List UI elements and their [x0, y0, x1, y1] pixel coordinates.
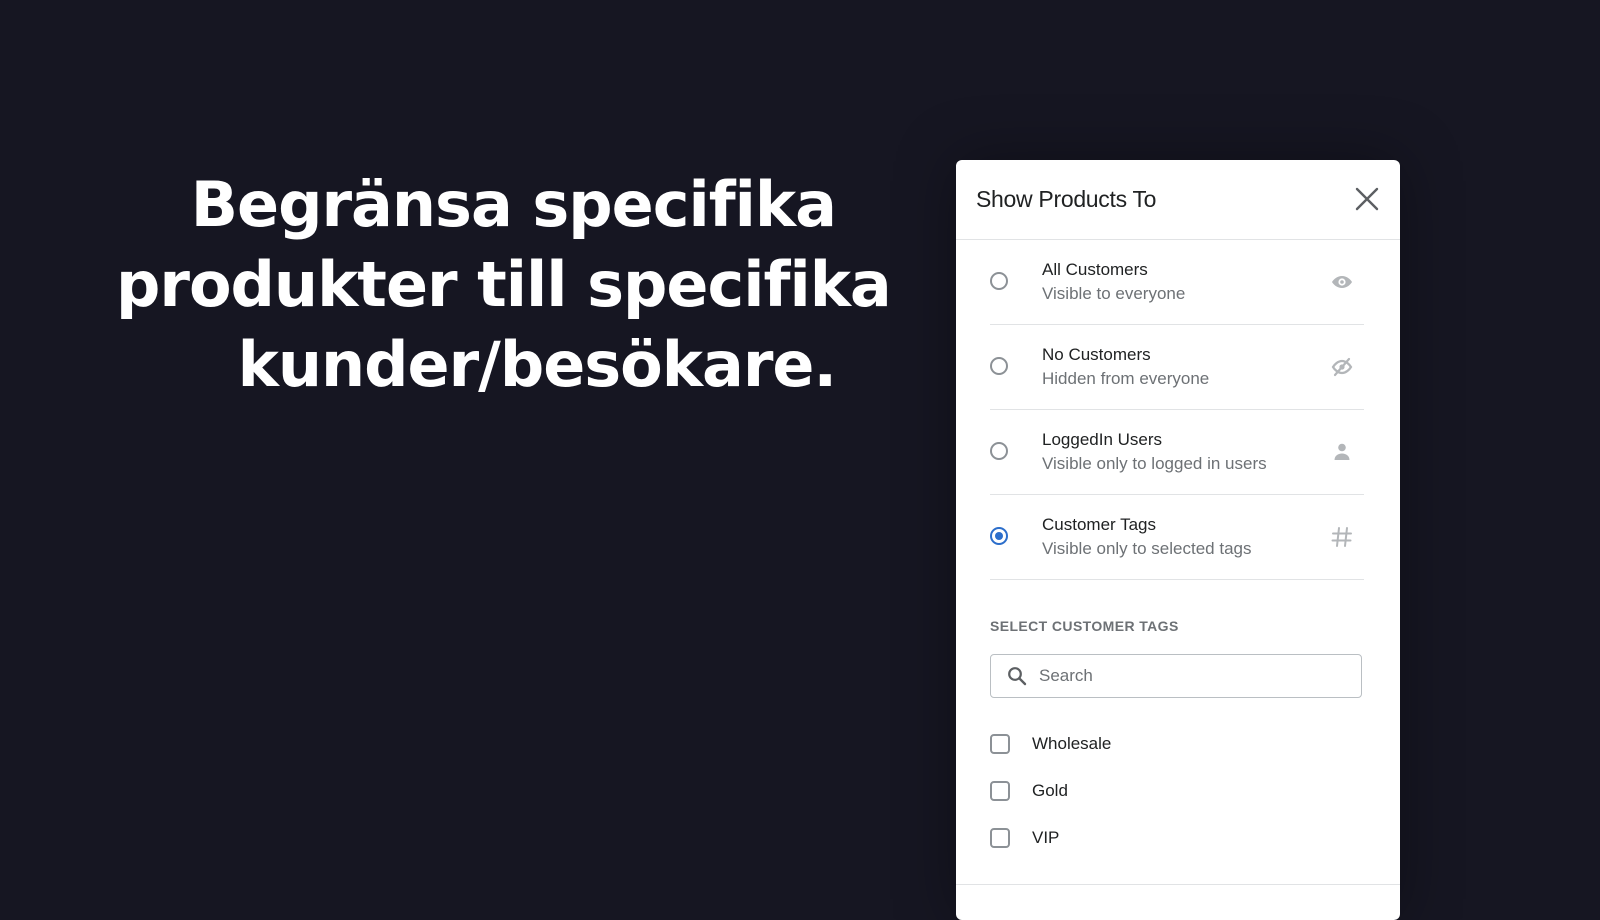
option-sublabel: Visible only to logged in users — [1042, 454, 1267, 473]
tag-label: Gold — [1032, 780, 1068, 800]
tag-search-input[interactable] — [1037, 655, 1341, 697]
option-no-customers[interactable]: No Customers Hidden from everyone — [990, 325, 1364, 410]
tag-list: Wholesale Gold VIP — [956, 720, 1400, 861]
option-sublabel: Visible only to selected tags — [1042, 539, 1252, 558]
eye-off-icon — [1331, 357, 1353, 377]
modal-header: Show Products To — [956, 160, 1400, 240]
headline-line: kunder/besökare. — [237, 328, 837, 401]
option-loggedin-users[interactable]: LoggedIn Users Visible only to logged in… — [990, 410, 1364, 495]
checkbox[interactable] — [990, 780, 1010, 801]
modal-title: Show Products To — [976, 186, 1157, 212]
option-label: LoggedIn Users — [1042, 430, 1163, 449]
checkbox[interactable] — [990, 733, 1010, 754]
eye-icon — [1332, 276, 1352, 288]
tag-item-gold[interactable]: Gold — [990, 767, 1400, 814]
close-icon — [1355, 187, 1379, 211]
user-icon — [1334, 443, 1350, 460]
tag-item-wholesale[interactable]: Wholesale — [990, 720, 1400, 767]
hashtag-icon — [1331, 527, 1352, 547]
tag-item-vip[interactable]: VIP — [990, 814, 1400, 861]
show-products-modal: Show Products To All Customers Visible t… — [956, 160, 1400, 920]
radio-button[interactable] — [990, 357, 1008, 375]
headline-line: Begränsa specifika — [190, 168, 837, 241]
radio-button[interactable] — [990, 272, 1008, 290]
headline: Begränsa specifika produkter till specif… — [116, 165, 892, 405]
select-tags-label: SELECT CUSTOMER TAGS — [990, 618, 1179, 634]
option-label: Customer Tags — [1042, 515, 1157, 534]
close-button[interactable] — [1354, 186, 1380, 212]
visibility-options: All Customers Visible to everyone No Cus… — [956, 240, 1400, 580]
checkbox[interactable] — [990, 827, 1010, 848]
option-customer-tags[interactable]: Customer Tags Visible only to selected t… — [990, 495, 1364, 580]
radio-button[interactable] — [990, 442, 1008, 460]
option-label: All Customers — [1042, 260, 1148, 279]
headline-line: produkter till specifika — [116, 248, 892, 321]
footer-divider — [956, 884, 1400, 885]
option-sublabel: Hidden from everyone — [1042, 369, 1210, 388]
tag-search-field[interactable] — [990, 654, 1362, 698]
tag-label: Wholesale — [1032, 733, 1112, 753]
option-label: No Customers — [1042, 345, 1151, 364]
radio-button-selected[interactable] — [990, 527, 1008, 545]
option-sublabel: Visible to everyone — [1042, 284, 1186, 303]
tag-label: VIP — [1032, 827, 1060, 847]
option-all-customers[interactable]: All Customers Visible to everyone — [990, 240, 1364, 325]
search-icon — [1008, 667, 1027, 686]
